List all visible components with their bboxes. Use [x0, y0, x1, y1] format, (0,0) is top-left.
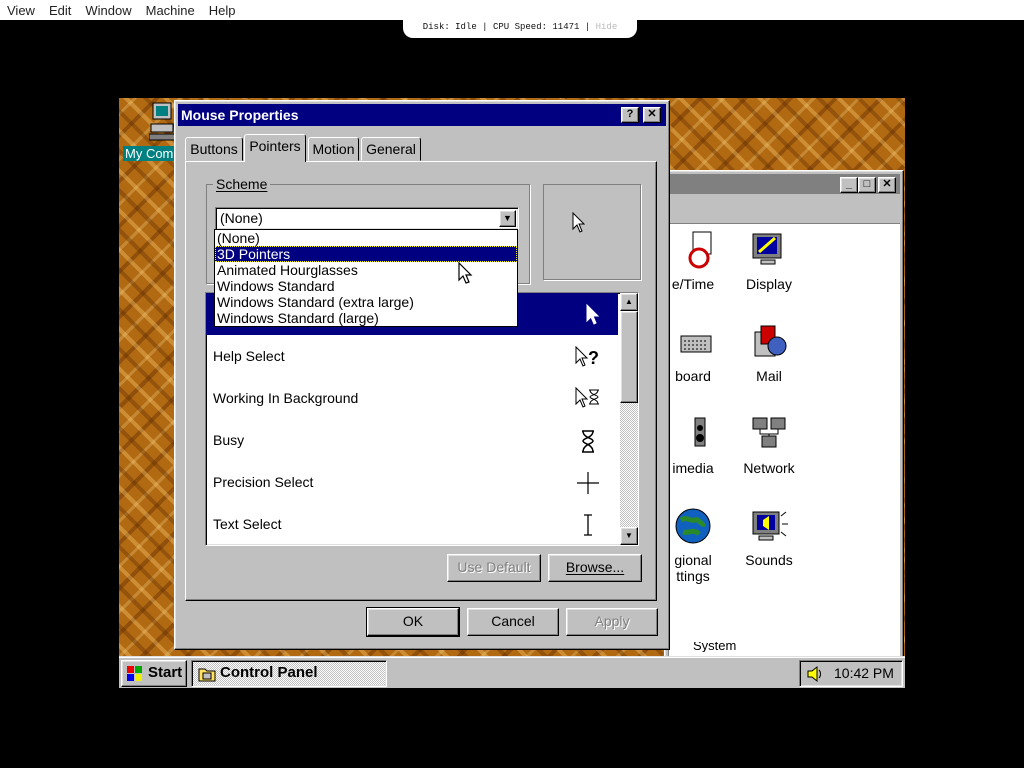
apply-button[interactable]: Apply	[566, 608, 658, 636]
control-panel-window: _ □ ✕ e/Time Display board Mail imedia N…	[664, 170, 904, 662]
my-computer-icon[interactable]	[148, 102, 176, 142]
cp-item-label: Mail	[756, 368, 782, 384]
scheme-select[interactable]: (None) ▼	[215, 207, 519, 230]
display-icon	[749, 230, 789, 270]
cursor-row-label: Working In Background	[213, 390, 359, 406]
close-icon[interactable]: ✕	[878, 177, 896, 193]
datetime-icon	[673, 230, 713, 270]
menu-help[interactable]: Help	[202, 3, 243, 18]
close-icon[interactable]: ✕	[643, 107, 661, 123]
arrow-cursor-icon	[574, 302, 602, 328]
menu-machine[interactable]: Machine	[139, 3, 202, 18]
control-panel-icon	[198, 666, 216, 688]
minimize-icon[interactable]: _	[840, 177, 858, 193]
hide-status-link[interactable]: Hide	[596, 22, 618, 32]
help-select-cursor-icon: ?	[574, 344, 602, 370]
cpu-speed: CPU Speed: 11471	[492, 22, 580, 32]
cp-item-label: Display	[746, 276, 792, 292]
windows-logo-icon	[126, 665, 144, 688]
tab-general[interactable]: General	[361, 137, 421, 161]
clock[interactable]: 10:42 PM	[834, 665, 894, 681]
disk-status: Disk: Idle	[422, 22, 477, 32]
list-item[interactable]: Busy	[206, 419, 618, 461]
help-icon[interactable]: ?	[621, 107, 639, 123]
cursor-row-label: Text Select	[213, 516, 282, 532]
pointers-tab-panel: Scheme (None) ▼ Help Select ? Working In…	[185, 161, 657, 601]
system-tray: 10:42 PM	[799, 660, 903, 687]
menu-window[interactable]: Window	[78, 3, 138, 18]
menu-view[interactable]: View	[0, 3, 42, 18]
list-item[interactable]: Working In Background	[206, 377, 618, 419]
list-item[interactable]: Text Select	[206, 503, 618, 545]
cp-item-network[interactable]: Network	[721, 414, 817, 476]
win95-screen: My Com _ □ ✕ e/Time Display board Mail i…	[119, 98, 905, 688]
taskbar-item-label: Control Panel	[220, 664, 318, 681]
arrow-cursor-icon	[572, 211, 586, 237]
cancel-button[interactable]: Cancel	[467, 608, 559, 636]
cursor-row-label: Help Select	[213, 348, 285, 364]
working-background-cursor-icon	[574, 386, 602, 412]
scheme-option[interactable]: Windows Standard (extra large)	[215, 294, 517, 310]
dialog-titlebar[interactable]: Mouse Properties	[178, 104, 666, 126]
my-computer-label[interactable]: My Com	[123, 146, 179, 161]
status-separator: |	[482, 22, 488, 32]
volume-icon[interactable]	[806, 665, 824, 688]
keyboard-icon	[673, 322, 713, 362]
svg-text:?: ?	[588, 348, 599, 368]
tab-motion[interactable]: Motion	[308, 137, 359, 161]
hourglass-cursor-icon	[574, 428, 602, 454]
cursor-list[interactable]: Help Select ? Working In Background Busy	[205, 292, 639, 546]
start-label: Start	[148, 664, 183, 681]
cp-item-sounds[interactable]: Sounds	[721, 506, 817, 568]
use-default-button[interactable]: Use Default	[447, 554, 541, 582]
cp-item-mail[interactable]: Mail	[721, 322, 817, 384]
scheme-value: (None)	[220, 210, 263, 226]
cursor-preview	[543, 184, 641, 280]
scheme-option[interactable]: Windows Standard (large)	[215, 310, 517, 326]
ibeam-cursor-icon	[574, 512, 602, 538]
cp-item-display[interactable]: Display	[721, 230, 817, 292]
maximize-icon[interactable]: □	[858, 177, 876, 193]
crosshair-cursor-icon	[574, 470, 602, 496]
scheme-option[interactable]: (None)	[215, 230, 517, 246]
dialog-title: Mouse Properties	[181, 107, 299, 123]
scroll-down-icon[interactable]: ▼	[620, 527, 638, 545]
status-separator: |	[584, 22, 591, 32]
start-button[interactable]: Start	[121, 660, 187, 687]
list-item[interactable]: Precision Select	[206, 461, 618, 503]
scroll-thumb[interactable]	[620, 311, 638, 403]
control-panel-titlebar[interactable]: _ □ ✕	[668, 174, 900, 194]
control-panel-content: e/Time Display board Mail imedia Network…	[668, 223, 900, 659]
host-menubar: View Edit Window Machine Help	[0, 0, 1024, 20]
network-icon	[749, 414, 789, 454]
list-scrollbar[interactable]: ▲ ▼	[620, 293, 638, 545]
scheme-label: Scheme	[213, 176, 271, 192]
cp-item-system-label[interactable]: System	[693, 642, 736, 652]
cp-item-label: Network	[743, 460, 795, 476]
scheme-option-selected[interactable]: 3D Pointers	[215, 246, 517, 262]
tab-buttons[interactable]: Buttons	[185, 137, 243, 161]
mail-icon	[749, 322, 789, 362]
sounds-icon	[749, 506, 789, 546]
cursor-row-label: Precision Select	[213, 474, 314, 490]
multimedia-icon	[673, 414, 713, 454]
list-item[interactable]: Help Select ?	[206, 335, 618, 377]
cursor-row-label: Busy	[213, 432, 245, 448]
browse-button[interactable]: Browse...	[548, 554, 642, 582]
chevron-down-icon[interactable]: ▼	[499, 210, 516, 227]
scroll-up-icon[interactable]: ▲	[620, 293, 638, 311]
globe-icon	[673, 506, 713, 546]
cp-item-label: Sounds	[745, 552, 793, 568]
mouse-properties-dialog: Mouse Properties ? ✕ Buttons Pointers Mo…	[174, 100, 670, 650]
tab-pointers[interactable]: Pointers	[244, 134, 306, 162]
menu-edit[interactable]: Edit	[42, 3, 78, 18]
taskbar: Start Control Panel 10:42 PM	[119, 656, 905, 688]
taskbar-item-control-panel[interactable]: Control Panel	[191, 660, 387, 687]
emulator-status-bar: Disk: Idle | CPU Speed: 11471 | Hide	[403, 19, 637, 38]
ok-button[interactable]: OK	[366, 607, 460, 637]
mouse-pointer-icon	[458, 261, 474, 291]
